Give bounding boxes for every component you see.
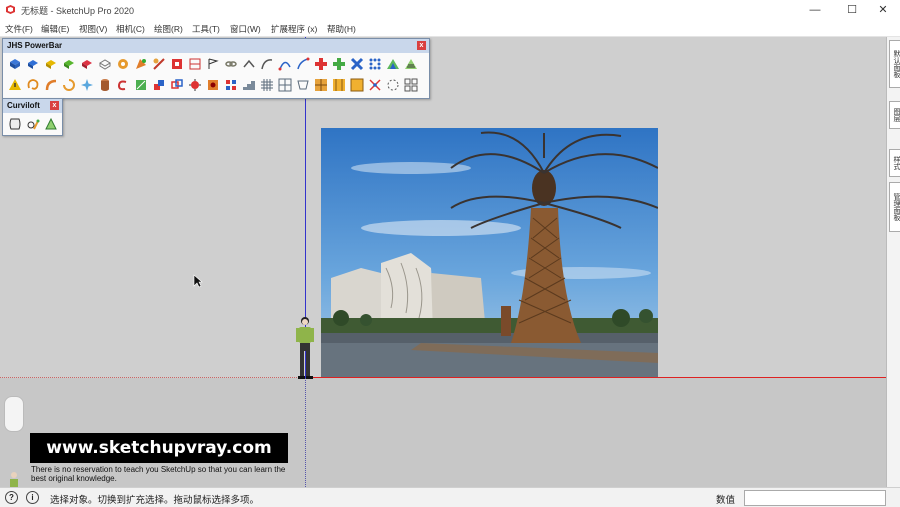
red-axis (305, 377, 886, 378)
tray-tab-styles[interactable]: 样式 (889, 149, 900, 177)
menu-camera[interactable]: 相机(C) (116, 23, 145, 35)
watermark-url: www.sketchupvray.com (46, 438, 272, 458)
dashed-circle-icon[interactable] (386, 78, 400, 92)
default-tray: 默认面板 图层 样式 管理面板 (886, 37, 900, 487)
measurements-input[interactable] (744, 490, 886, 506)
grid-points-icon[interactable] (368, 57, 382, 71)
terrain-mesh-icon[interactable] (404, 57, 418, 71)
curve-icon[interactable] (278, 57, 292, 71)
menu-tools[interactable]: 工具(T) (192, 23, 220, 35)
minimize-button[interactable]: — (798, 0, 832, 20)
undo-loop-icon[interactable] (116, 78, 130, 92)
cylinder-icon[interactable] (98, 78, 112, 92)
close-button[interactable]: ✕ (866, 0, 900, 20)
tiles-icon[interactable] (224, 78, 238, 92)
navigation-knob[interactable] (4, 396, 24, 432)
group-icon[interactable] (170, 78, 184, 92)
menu-view[interactable]: 视图(V) (79, 23, 107, 35)
skinning-icon[interactable] (44, 117, 58, 131)
move-geometry-icon[interactable] (332, 57, 346, 71)
curviloft-close-button[interactable]: x (50, 101, 59, 110)
extrude-edges-icon[interactable] (44, 57, 58, 71)
toolbar-row-2 (6, 76, 426, 94)
paint-icon[interactable] (134, 78, 148, 92)
flip-faces-icon[interactable] (170, 57, 184, 71)
weld-icon[interactable] (152, 57, 166, 71)
bezier-icon[interactable] (296, 57, 310, 71)
terrain-icon[interactable] (386, 57, 400, 71)
curviloft-toolbar[interactable]: Curviloft x (2, 98, 63, 136)
measurements-label: 数值 (716, 495, 736, 506)
tray-tab-manage[interactable]: 管理面板 (889, 182, 900, 232)
arrow-cursor-icon (193, 274, 203, 288)
toolbar-close-button[interactable]: x (417, 41, 426, 50)
imported-photo[interactable] (321, 128, 658, 377)
menu-help[interactable]: 帮助(H) (327, 23, 356, 35)
geo-location-icon[interactable]: ? (5, 491, 18, 504)
watermark-banner: www.sketchupvray.com (30, 433, 288, 463)
lasso-icon[interactable] (26, 78, 40, 92)
component-icon[interactable] (152, 78, 166, 92)
red-axis-negative (0, 377, 305, 378)
status-message: 选择对象。切换到扩充选择。拖动鼠标选择多项。 (50, 495, 260, 506)
title-bar: 无标题 - SketchUp Pro 2020 — ☐ ✕ (0, 0, 900, 20)
toolbar-title[interactable]: JHS PowerBar x (3, 39, 429, 53)
toolbar-title-label: JHS PowerBar (7, 41, 63, 50)
add-geometry-icon[interactable] (314, 57, 328, 71)
window-title: 无标题 - SketchUp Pro 2020 (21, 6, 135, 16)
blue-axis-negative (305, 378, 306, 487)
curviloft-row (6, 115, 62, 133)
curviloft-title[interactable]: Curviloft x (3, 99, 62, 113)
scale-figure[interactable] (294, 316, 316, 380)
subdivide-icon[interactable] (134, 57, 148, 71)
menu-edit[interactable]: 编辑(E) (41, 23, 69, 35)
rotate-icon[interactable] (62, 78, 76, 92)
explode-icon[interactable] (188, 78, 202, 92)
menu-bar: 文件(F) 编辑(E) 视图(V) 相机(C) 绘图(R) 工具(T) 窗口(W… (0, 20, 900, 37)
modeling-viewport[interactable] (0, 37, 886, 487)
orange-tile-icon[interactable] (332, 78, 346, 92)
orange-grid-icon[interactable] (314, 78, 328, 92)
menu-window[interactable]: 窗口(W) (230, 23, 261, 35)
connect-icon[interactable] (242, 57, 256, 71)
grid-mesh-icon[interactable] (260, 78, 274, 92)
curve-pull-icon[interactable] (260, 57, 274, 71)
compass-icon[interactable] (80, 78, 94, 92)
menu-file[interactable]: 文件(F) (5, 23, 33, 35)
multi-select-icon[interactable] (404, 78, 418, 92)
tray-tab-layers[interactable]: 图层 (889, 101, 900, 129)
push-pull-icon[interactable] (8, 57, 22, 71)
delete-faces-icon[interactable] (80, 57, 94, 71)
mesh-icon[interactable] (278, 78, 292, 92)
maximize-button[interactable]: ☐ (835, 0, 869, 20)
offset-face-icon[interactable] (26, 57, 40, 71)
sketchup-logo-icon (6, 5, 15, 14)
menu-draw[interactable]: 绘图(R) (154, 23, 183, 35)
scale-geometry-icon[interactable] (350, 57, 364, 71)
wireframe-box-icon[interactable] (98, 57, 112, 71)
orange-block-icon[interactable] (350, 78, 364, 92)
loft-along-path-icon[interactable] (26, 117, 40, 131)
smooth-icon[interactable] (116, 57, 130, 71)
warning-icon[interactable] (8, 78, 22, 92)
info-icon[interactable]: i (26, 491, 39, 504)
curviloft-title-label: Curviloft (7, 101, 40, 110)
mini-scale-figure (10, 472, 18, 487)
menu-extensions[interactable]: 扩展程序 (x) (271, 23, 317, 35)
scatter-icon[interactable] (368, 78, 382, 92)
watermark-subtitle: There is no reservation to teach you Ske… (31, 465, 286, 483)
tray-tab-default[interactable]: 默认面板 (889, 40, 900, 88)
drop-flag-icon[interactable] (206, 57, 220, 71)
cube-paint-icon[interactable] (206, 78, 220, 92)
fillet-icon[interactable] (44, 78, 58, 92)
status-bar: ? i 选择对象。切换到扩充选择。拖动鼠标选择多项。 数值 (0, 487, 900, 507)
stairs-icon[interactable] (242, 78, 256, 92)
projection-icon[interactable] (296, 78, 310, 92)
toolbar-row-1 (6, 55, 426, 73)
jhs-powerbar-toolbar[interactable]: JHS PowerBar x (2, 38, 430, 99)
select-faces-icon[interactable] (62, 57, 76, 71)
chain-icon[interactable] (224, 57, 238, 71)
array-icon[interactable] (188, 57, 202, 71)
loft-by-spline-icon[interactable] (8, 117, 22, 131)
